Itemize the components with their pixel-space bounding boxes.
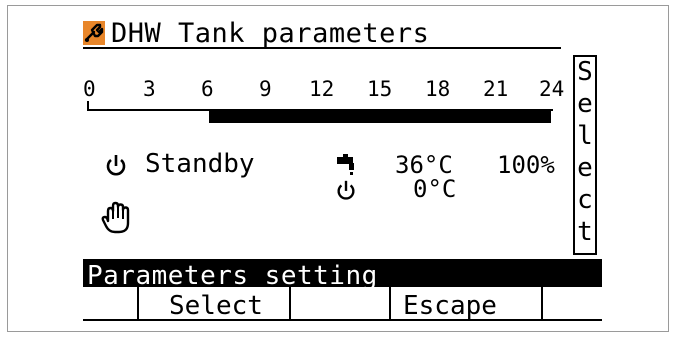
tap-icon [335,153,357,179]
active-period-bar [209,110,551,123]
scale-tick-label: 0 [83,77,96,101]
softkey-divider [389,287,391,319]
escape-softkey[interactable]: Escape [403,291,497,321]
lcd-screen: DHW Tank parameters 0 3 6 9 12 15 18 21 … [83,18,602,321]
scale-tick-label: 15 [367,77,393,101]
setpoint-temperature: 0°C [413,175,457,203]
softkey-divider [137,287,139,319]
select-letter: l [577,121,593,151]
scale-tick-label: 21 [483,77,509,101]
percentage-value: 100% [497,151,555,179]
select-letter: e [577,89,593,119]
softkey-bar: Select Escape [83,287,602,321]
page-title: DHW Tank parameters [111,18,430,49]
hand-icon [101,201,133,239]
info-bar-label: Parameters setting [87,261,378,291]
title-divider [83,47,561,49]
power-icon [105,153,127,181]
scale-tick-label: 3 [143,77,156,101]
select-side-button[interactable]: S e l e c t [573,55,597,255]
scale-tick-label: 6 [201,77,214,101]
softkey-divider [289,287,291,319]
scale-tick-label: 9 [259,77,272,101]
power-icon [335,179,357,205]
softkey-divider [541,287,543,319]
scale-tick-label: 24 [539,77,565,101]
wrench-icon [83,21,105,45]
mode-status: Standby [145,149,255,179]
select-letter: e [577,153,593,183]
scale-tick-label: 12 [309,77,335,101]
select-letter: c [577,185,593,215]
select-softkey[interactable]: Select [169,291,263,321]
scale-tick-label: 18 [425,77,451,101]
select-letter: t [577,217,593,247]
tap-temperature: 36°C [395,151,453,179]
select-letter: S [577,57,593,87]
